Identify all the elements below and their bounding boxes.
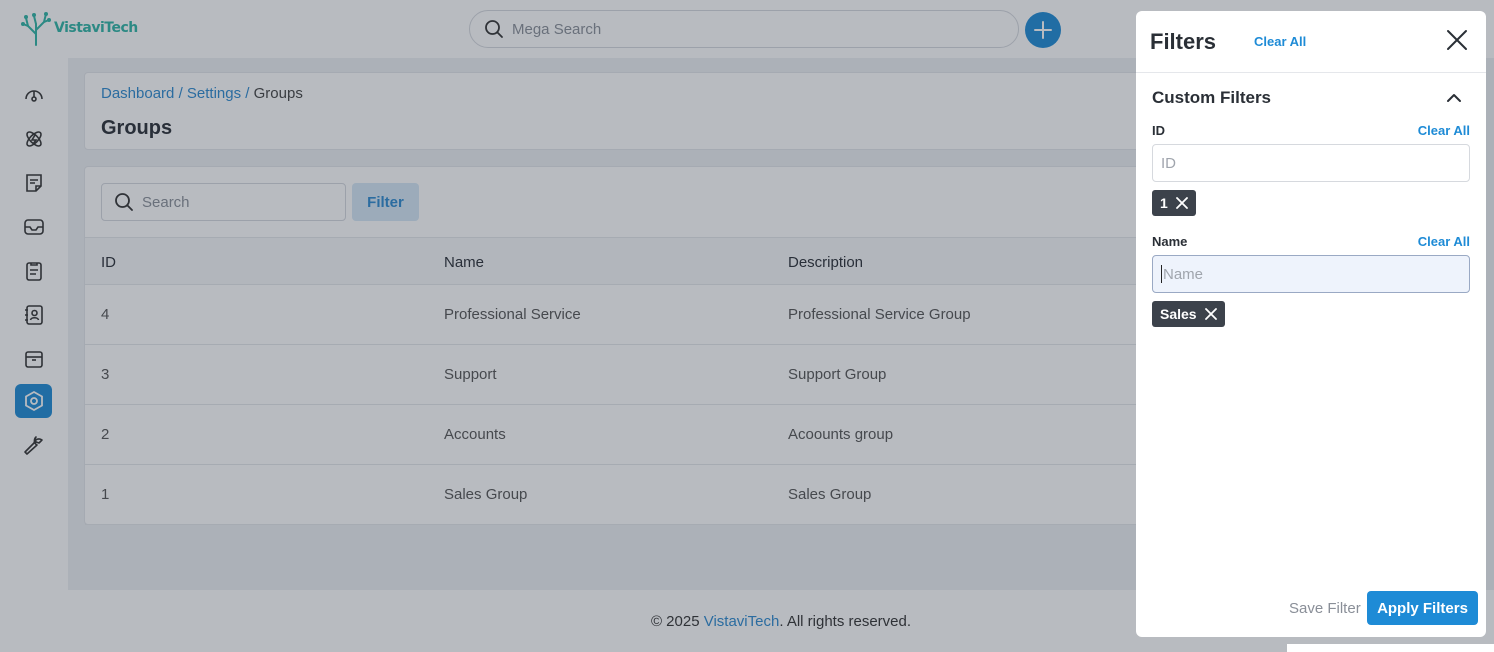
- id-filter-placeholder: ID: [1161, 154, 1176, 172]
- chip-label: 1: [1160, 195, 1168, 211]
- id-filter-chip: 1: [1152, 190, 1196, 216]
- filters-title: Filters: [1150, 29, 1217, 54]
- apply-filters-button[interactable]: Apply Filters: [1367, 591, 1478, 625]
- clear-all-filters-button[interactable]: Clear All: [1254, 34, 1306, 49]
- id-filter-clear-button[interactable]: Clear All: [1418, 123, 1470, 138]
- text-caret: [1161, 265, 1162, 283]
- save-filter-button[interactable]: Save Filter: [1289, 600, 1361, 617]
- name-filter-chip: Sales: [1152, 301, 1225, 327]
- remove-chip-button[interactable]: [1204, 308, 1217, 320]
- close-icon: [1175, 197, 1188, 209]
- id-filter-label: ID: [1152, 123, 1165, 138]
- close-icon: [1204, 308, 1217, 320]
- chip-label: Sales: [1160, 306, 1197, 322]
- name-filter-placeholder: Name: [1163, 265, 1204, 283]
- name-filter-clear-button[interactable]: Clear All: [1418, 234, 1470, 249]
- collapse-section-button[interactable]: [1446, 91, 1462, 109]
- chevron-up-icon: [1447, 94, 1461, 102]
- name-filter-input[interactable]: Name: [1152, 255, 1470, 293]
- custom-filters-title: Custom Filters: [1152, 88, 1272, 107]
- close-icon: [1447, 30, 1467, 50]
- bottom-strip: [1287, 644, 1494, 652]
- filters-panel: Filters Clear All Custom Filters ID Clea…: [1136, 11, 1486, 637]
- filters-panel-header: Filters Clear All: [1136, 11, 1486, 73]
- close-panel-button[interactable]: [1446, 29, 1468, 56]
- remove-chip-button[interactable]: [1175, 197, 1188, 209]
- name-filter-label: Name: [1152, 234, 1188, 249]
- id-filter-input[interactable]: ID: [1152, 144, 1470, 182]
